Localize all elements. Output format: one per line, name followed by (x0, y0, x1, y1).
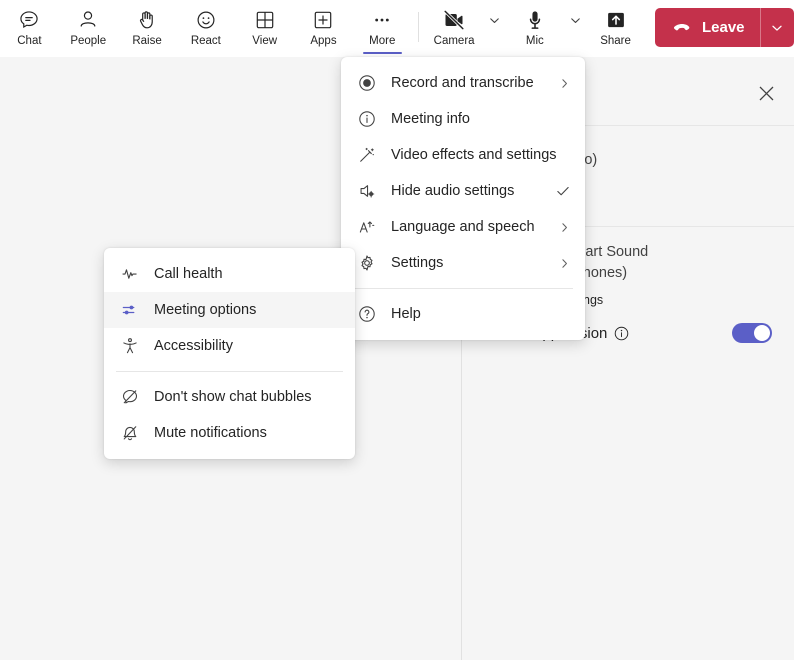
magic-wand-icon (357, 145, 377, 165)
menu-separator (353, 288, 573, 289)
menu-item-label: Record and transcribe (391, 75, 534, 91)
menu-item-accessibility[interactable]: Accessibility (104, 328, 355, 364)
menu-item-call-health[interactable]: Call health (104, 256, 355, 292)
menu-item-hide-audio-settings[interactable]: Hide audio settings (341, 173, 585, 209)
menu-item-label: Call health (154, 266, 223, 282)
hang-up-phone-icon (671, 17, 693, 39)
toolbar-item-label: People (70, 34, 107, 47)
toolbar-item-people[interactable]: People (59, 0, 118, 55)
info-circle-icon (357, 109, 377, 129)
leave-button-group: Leave (654, 8, 794, 47)
settings-submenu: Call health Meeting options Accessibilit… (104, 248, 355, 459)
menu-item-mute-notifications[interactable]: Mute notifications (104, 415, 355, 451)
toolbar-item-label: Share (600, 34, 631, 47)
leave-button[interactable]: Leave (655, 8, 760, 47)
toolbar-item-camera[interactable]: Camera (425, 0, 484, 55)
toolbar-item-label: View (252, 34, 278, 47)
record-circle-icon (357, 73, 377, 93)
microphone-icon (524, 8, 546, 32)
leave-button-label: Leave (701, 19, 745, 36)
toolbar-item-label: Chat (17, 34, 42, 47)
noise-suppression-toggle[interactable] (732, 323, 772, 343)
leave-options-chevron-down-icon[interactable] (761, 8, 794, 47)
toolbar-item-chat[interactable]: Chat (0, 0, 59, 55)
toolbar-item-label: React (190, 34, 221, 47)
menu-item-dont-show-chat-bubbles[interactable]: Don't show chat bubbles (104, 379, 355, 415)
chevron-right-icon (558, 221, 571, 234)
menu-item-label: Help (391, 306, 421, 322)
toolbar-item-raise[interactable]: Raise (118, 0, 177, 55)
info-circle-icon[interactable] (614, 326, 629, 341)
mic-options-chevron-down-icon[interactable] (564, 0, 586, 55)
share-up-arrow-icon (605, 8, 627, 32)
toolbar-item-label: Raise (132, 34, 162, 47)
speaker-gear-icon (357, 181, 377, 201)
toggle-knob (754, 325, 770, 341)
menu-item-label: Meeting options (154, 302, 257, 318)
toolbar-item-label: Mic (525, 34, 544, 47)
menu-item-label: Video effects and settings (391, 147, 557, 163)
meeting-toolbar: Chat People Raise React View Apps More C… (0, 0, 794, 57)
more-ellipsis-icon (371, 8, 393, 32)
toolbar-item-more[interactable]: More (353, 0, 412, 55)
menu-item-record-and-transcribe[interactable]: Record and transcribe (341, 65, 585, 101)
react-emoji-icon (195, 8, 217, 32)
accessibility-person-icon (120, 336, 140, 356)
sliders-options-icon (120, 300, 140, 320)
people-icon (77, 8, 99, 32)
chat-bubble-off-icon (120, 387, 140, 407)
view-grid-icon (254, 8, 276, 32)
toolbar-item-mic[interactable]: Mic (505, 0, 564, 55)
toolbar-item-label: Apps (310, 34, 337, 47)
bell-off-icon (120, 423, 140, 443)
toolbar-item-view[interactable]: View (235, 0, 294, 55)
active-tab-indicator (362, 51, 402, 54)
close-icon[interactable] (752, 79, 780, 107)
toolbar-item-react[interactable]: React (176, 0, 235, 55)
help-question-icon (357, 304, 377, 324)
toolbar-item-label: More (369, 34, 396, 47)
text-language-icon (357, 217, 377, 237)
toolbar-item-label: Camera (433, 34, 475, 47)
menu-item-video-effects-and-settings[interactable]: Video effects and settings (341, 137, 585, 173)
toolbar-item-share[interactable]: Share (586, 0, 645, 55)
chevron-right-icon (558, 257, 571, 270)
menu-item-label: Accessibility (154, 338, 233, 354)
menu-item-label: Language and speech (391, 219, 535, 235)
menu-item-label: Settings (391, 255, 444, 271)
menu-item-help[interactable]: Help (341, 296, 585, 332)
menu-item-settings[interactable]: Settings (341, 245, 585, 281)
chevron-right-icon (558, 77, 571, 90)
menu-separator (116, 371, 343, 372)
chat-icon (18, 8, 40, 32)
menu-item-meeting-info[interactable]: Meeting info (341, 101, 585, 137)
raise-hand-icon (136, 8, 158, 32)
gear-icon (357, 253, 377, 273)
menu-item-label: Don't show chat bubbles (154, 389, 312, 405)
toolbar-divider (417, 12, 419, 42)
menu-item-meeting-options[interactable]: Meeting options (104, 292, 355, 328)
toolbar-item-apps[interactable]: Apps (294, 0, 353, 55)
apps-plus-icon (312, 8, 334, 32)
pulse-waveform-icon (120, 264, 140, 284)
menu-item-label: Meeting info (391, 111, 470, 127)
camera-options-chevron-down-icon[interactable] (484, 0, 506, 55)
camera-off-icon (442, 8, 466, 32)
menu-item-label: Hide audio settings (391, 183, 515, 199)
menu-item-label: Mute notifications (154, 425, 267, 441)
menu-item-language-and-speech[interactable]: Language and speech (341, 209, 585, 245)
checkmark-icon (555, 183, 571, 199)
more-menu: Record and transcribe Meeting info Video… (341, 57, 585, 340)
